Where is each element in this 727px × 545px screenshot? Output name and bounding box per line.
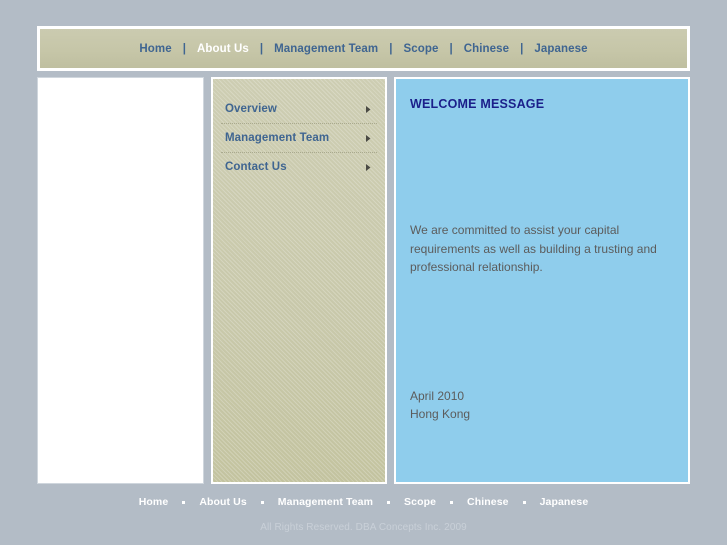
sidebar-inner: Overview Management Team Contact Us (213, 79, 385, 482)
welcome-signature: April 2010 Hong Kong (410, 387, 674, 424)
topnav-separator: | (449, 42, 453, 55)
topnav-item-chinese[interactable]: Chinese (462, 43, 511, 55)
topnav-item-about-us[interactable]: About Us (195, 43, 251, 55)
sidebar-item-overview[interactable]: Overview (221, 95, 377, 124)
topnav-separator: | (182, 42, 186, 55)
page-root: Home | About Us | Management Team | Scop… (0, 0, 727, 545)
top-navigation: Home | About Us | Management Team | Scop… (137, 43, 589, 55)
arrow-right-icon (364, 163, 373, 172)
arrow-right-icon (364, 105, 373, 114)
sidebar-item-contact-us[interactable]: Contact Us (221, 153, 377, 181)
header-inner: Home | About Us | Management Team | Scop… (40, 29, 687, 68)
footer-item-scope[interactable]: Scope (404, 496, 436, 508)
footer-separator-dot (387, 500, 391, 504)
sidebar-item-label: Contact Us (225, 161, 287, 173)
topnav-item-scope[interactable]: Scope (401, 43, 440, 55)
sidebar-panel: Overview Management Team Contact Us (211, 77, 387, 484)
footer-navigation: Home About Us Management Team Scope Chin… (0, 492, 727, 512)
footer-item-japanese[interactable]: Japanese (540, 496, 589, 508)
sidebar-item-label: Management Team (225, 132, 330, 144)
footer-separator-dot (260, 500, 264, 504)
welcome-message-body: We are committed to assist your capital … (410, 221, 674, 277)
footer-item-chinese[interactable]: Chinese (467, 496, 509, 508)
footer-item-home[interactable]: Home (139, 496, 169, 508)
topnav-separator: | (389, 42, 393, 55)
arrow-right-icon (364, 134, 373, 143)
footer-copyright: All Rights Reserved. DBA Concepts Inc. 2… (260, 522, 467, 533)
header-bar: Home | About Us | Management Team | Scop… (37, 26, 690, 71)
footer-separator-dot (522, 500, 526, 504)
welcome-panel-inner: WELCOME MESSAGE We are committed to assi… (396, 79, 688, 482)
welcome-location: Hong Kong (410, 407, 471, 421)
welcome-paragraph: We are committed to assist your capital … (410, 223, 657, 274)
footer-item-about-us[interactable]: About Us (199, 496, 246, 508)
topnav-item-management-team[interactable]: Management Team (272, 43, 380, 55)
topnav-item-home[interactable]: Home (137, 43, 173, 55)
footer: Home About Us Management Team Scope Chin… (0, 492, 727, 545)
sidebar-item-label: Overview (225, 103, 277, 115)
left-content-panel (37, 77, 204, 484)
topnav-separator: | (259, 42, 264, 55)
welcome-date: April 2010 (410, 388, 465, 403)
sidebar-item-management-team[interactable]: Management Team (221, 124, 377, 153)
welcome-title: WELCOME MESSAGE (410, 97, 545, 111)
footer-item-management-team[interactable]: Management Team (278, 496, 373, 508)
topnav-item-japanese[interactable]: Japanese (532, 43, 589, 55)
topnav-separator: | (520, 42, 524, 55)
welcome-panel: WELCOME MESSAGE We are committed to assi… (394, 77, 690, 484)
footer-separator-dot (450, 500, 454, 504)
footer-separator-dot (182, 500, 186, 504)
